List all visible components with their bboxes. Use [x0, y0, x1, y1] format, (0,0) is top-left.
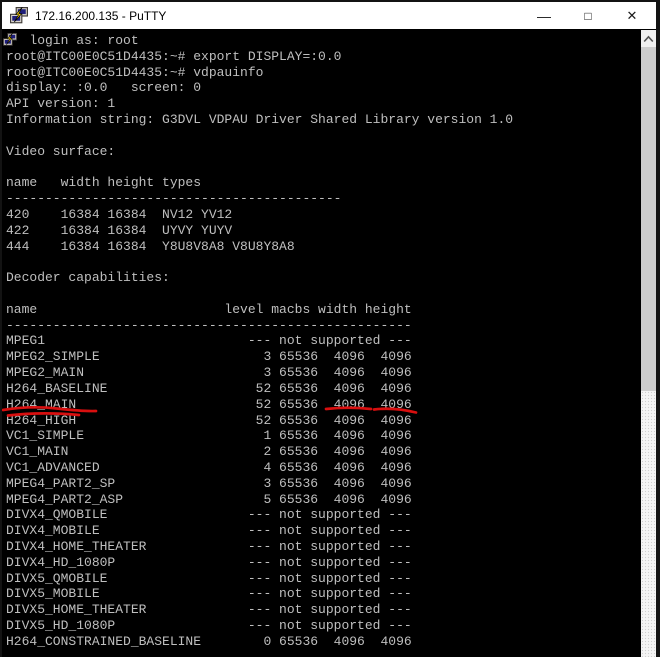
terminal-line: DIVX4_QMOBILE --- not supported ---	[6, 507, 641, 523]
screenshot-stage: 172.16.200.135 - PuTTY — □ ✕ login as: r…	[0, 0, 660, 657]
terminal-line: DIVX4_HD_1080P --- not supported ---	[6, 555, 641, 571]
terminal-line: MPEG2_MAIN 3 65536 4096 4096	[6, 365, 641, 381]
terminal-output: login as: rootroot@ITC00E0C51D4435:~# ex…	[6, 33, 641, 650]
terminal-line: MPEG4_PART2_ASP 5 65536 4096 4096	[6, 492, 641, 508]
scrollbar-thumb[interactable]	[641, 47, 656, 391]
terminal-line: login as: root	[6, 33, 641, 49]
terminal-line: MPEG4_PART2_SP 3 65536 4096 4096	[6, 476, 641, 492]
terminal-line: H264_MAIN 52 65536 4096 4096	[6, 397, 641, 413]
putty-window: 172.16.200.135 - PuTTY — □ ✕ login as: r…	[2, 2, 656, 657]
terminal-line: API version: 1	[6, 96, 641, 112]
terminal-line: MPEG2_SIMPLE 3 65536 4096 4096	[6, 349, 641, 365]
terminal-line: H264_HIGH 52 65536 4096 4096	[6, 413, 641, 429]
terminal-line: 420 16384 16384 NV12 YV12	[6, 207, 641, 223]
terminal-line: ----------------------------------------…	[6, 191, 641, 207]
terminal-line: Information string: G3DVL VDPAU Driver S…	[6, 112, 641, 128]
terminal-line	[6, 128, 641, 144]
terminal-line: name level macbs width height	[6, 302, 641, 318]
terminal-line: VC1_ADVANCED 4 65536 4096 4096	[6, 460, 641, 476]
scrollbar-track[interactable]	[641, 391, 656, 657]
terminal-line	[6, 160, 641, 176]
minimize-button[interactable]: —	[522, 2, 566, 29]
putty-icon	[3, 33, 17, 47]
terminal-line: MPEG1 --- not supported ---	[6, 333, 641, 349]
terminal-line: root@ITC00E0C51D4435:~# export DISPLAY=:…	[6, 49, 641, 65]
terminal[interactable]: login as: rootroot@ITC00E0C51D4435:~# ex…	[2, 30, 641, 657]
terminal-line: 444 16384 16384 Y8U8V8A8 V8U8Y8A8	[6, 239, 641, 255]
terminal-line: H264_CONSTRAINED_BASELINE 0 65536 4096 4…	[6, 634, 641, 650]
terminal-line: DIVX5_MOBILE --- not supported ---	[6, 586, 641, 602]
maximize-button[interactable]: □	[566, 2, 610, 29]
terminal-line: DIVX5_QMOBILE --- not supported ---	[6, 571, 641, 587]
scroll-up-button[interactable]	[641, 30, 656, 47]
putty-icon	[10, 7, 28, 25]
terminal-line: DIVX5_HOME_THEATER --- not supported ---	[6, 602, 641, 618]
close-button[interactable]: ✕	[610, 2, 654, 29]
window-title: 172.16.200.135 - PuTTY	[35, 9, 522, 23]
terminal-line: ----------------------------------------…	[6, 318, 641, 334]
terminal-line: name width height types	[6, 175, 641, 191]
chevron-up-icon	[643, 35, 654, 43]
terminal-line: H264_BASELINE 52 65536 4096 4096	[6, 381, 641, 397]
terminal-line: DIVX5_HD_1080P --- not supported ---	[6, 618, 641, 634]
title-bar[interactable]: 172.16.200.135 - PuTTY — □ ✕	[2, 2, 656, 30]
terminal-line: display: :0.0 screen: 0	[6, 80, 641, 96]
terminal-line: 422 16384 16384 UYVY YUYV	[6, 223, 641, 239]
terminal-line: VC1_MAIN 2 65536 4096 4096	[6, 444, 641, 460]
terminal-line	[6, 254, 641, 270]
window-controls: — □ ✕	[522, 2, 654, 29]
terminal-line: VC1_SIMPLE 1 65536 4096 4096	[6, 428, 641, 444]
terminal-line: Video surface:	[6, 144, 641, 160]
terminal-line: root@ITC00E0C51D4435:~# vdpauinfo	[6, 65, 641, 81]
terminal-line: DIVX4_MOBILE --- not supported ---	[6, 523, 641, 539]
terminal-line	[6, 286, 641, 302]
vertical-scrollbar[interactable]	[641, 30, 656, 657]
terminal-line: DIVX4_HOME_THEATER --- not supported ---	[6, 539, 641, 555]
terminal-line: Decoder capabilities:	[6, 270, 641, 286]
